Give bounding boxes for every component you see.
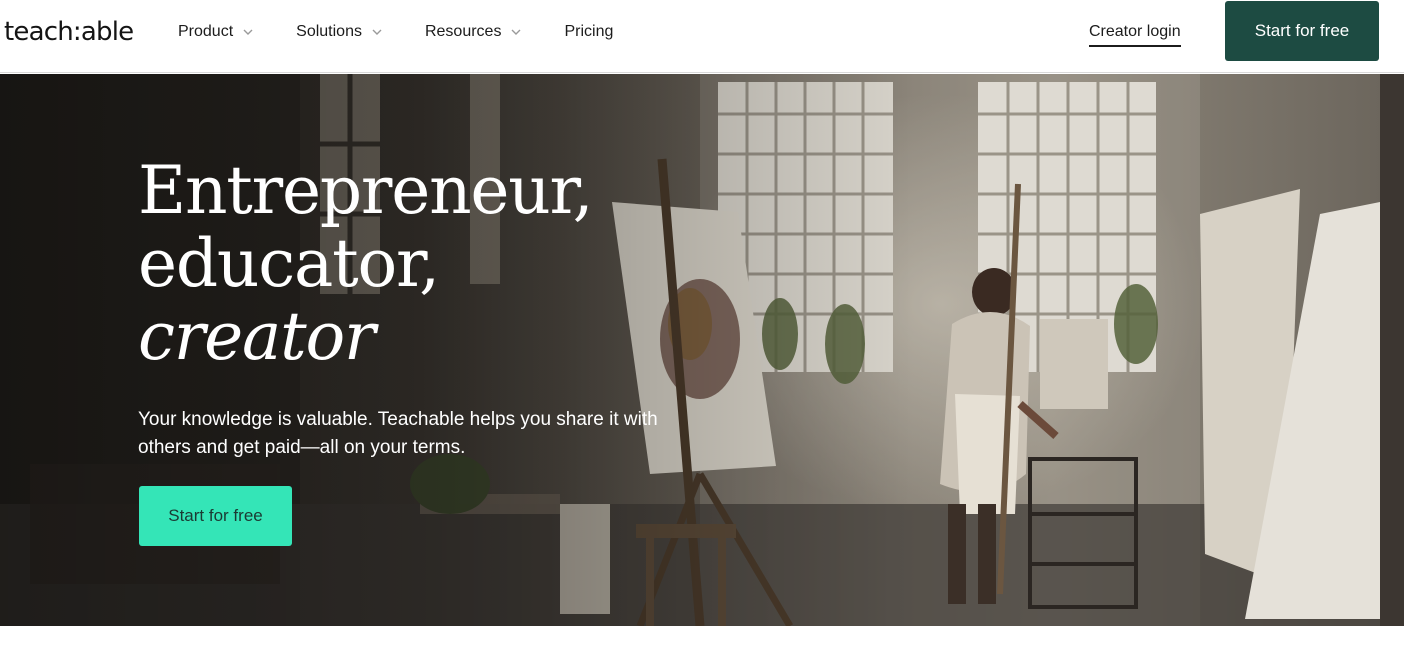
site-header: teach:able Product Solutions Resources P… — [0, 0, 1404, 73]
creator-login-link[interactable]: Creator login — [1089, 20, 1181, 47]
hero-section: Entrepreneur, educator, creator Your kno… — [0, 74, 1404, 626]
chevron-down-icon — [509, 25, 523, 39]
nav-item-product[interactable]: Product — [178, 20, 255, 44]
nav-item-label: Pricing — [564, 23, 614, 40]
hero-headline: Entrepreneur, educator, creator — [138, 152, 594, 375]
main-nav: Product Solutions Resources Pricing — [178, 20, 613, 44]
header-start-free-button[interactable]: Start for free — [1225, 1, 1379, 61]
chevron-down-icon — [370, 25, 384, 39]
nav-item-pricing[interactable]: Pricing — [564, 20, 613, 44]
headline-line-2: educator, — [138, 225, 440, 302]
nav-item-resources[interactable]: Resources — [425, 20, 523, 44]
nav-item-solutions[interactable]: Solutions — [296, 20, 384, 44]
headline-line-1: Entrepreneur, — [138, 152, 594, 229]
nav-item-label: Solutions — [296, 23, 362, 40]
nav-item-label: Resources — [424, 23, 502, 40]
hero-start-free-button[interactable]: Start for free — [139, 486, 292, 546]
chevron-down-icon — [241, 25, 255, 39]
nav-item-label: Product — [178, 23, 234, 40]
hero-subtext: Your knowledge is valuable. Teachable he… — [138, 409, 658, 458]
teachable-logo[interactable]: teach:able — [4, 15, 134, 49]
headline-line-3: creator — [138, 298, 376, 375]
